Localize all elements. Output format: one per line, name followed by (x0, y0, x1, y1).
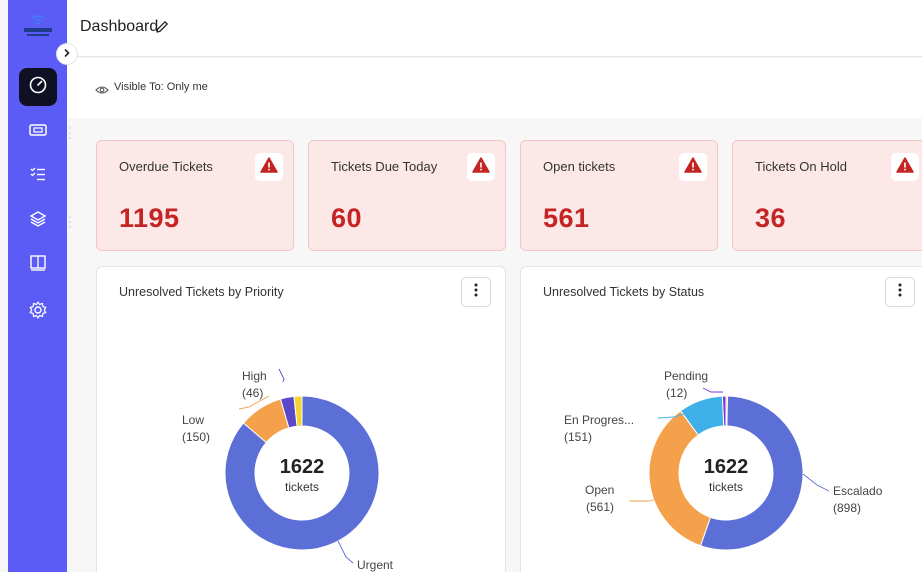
sidebar (8, 0, 72, 572)
pencil-icon[interactable] (154, 19, 170, 40)
donut-segment-other[interactable] (725, 395, 729, 427)
visibility-label[interactable]: Visible To: Only me (114, 81, 208, 93)
chart-card-status: Unresolved Tickets by Status Pending (12… (520, 266, 922, 572)
stat-value: 60 (331, 203, 363, 233)
chart-card-priority: Unresolved Tickets by Priority High (46)… (96, 266, 506, 572)
eye-icon (95, 82, 109, 100)
stat-card-due-today[interactable]: Tickets Due Today 60 (308, 140, 506, 251)
sidebar-item-dashboard[interactable] (19, 68, 57, 106)
sidebar-item-knowledge-base[interactable] (19, 246, 57, 284)
checklist-icon (28, 165, 48, 188)
center-unit: tickets (285, 480, 319, 494)
layers-icon (28, 209, 48, 234)
segment-value-escalated: (898) (833, 501, 861, 515)
page-title: Dashboard (80, 18, 159, 35)
sidebar-item-tickets[interactable] (19, 113, 57, 151)
visibility-bar: Visible To: Only me (67, 58, 922, 118)
stat-card-on-hold[interactable]: Tickets On Hold 36 (732, 140, 922, 251)
warning-icon (260, 156, 278, 178)
warning-badge (891, 153, 919, 181)
stat-label: Overdue Tickets (119, 159, 213, 174)
stat-value: 561 (543, 203, 590, 233)
stat-label: Tickets Due Today (331, 159, 438, 174)
stat-value: 1195 (119, 203, 180, 233)
ticket-menu-dots-icon[interactable] (68, 126, 72, 140)
warning-icon (896, 156, 914, 178)
segment-value-in-progress: (151) (564, 430, 592, 444)
segment-label-in-progress: En Progres... (564, 413, 634, 427)
segment-label-urgent: Urgent (357, 558, 394, 572)
gear-icon (28, 300, 48, 325)
priority-donut-chart: High (46) Low (150) Urgent 1622 tickets (182, 368, 394, 572)
warning-badge (679, 153, 707, 181)
segment-label-open: Open (585, 483, 614, 497)
stat-value: 36 (755, 203, 787, 233)
page-header: Dashboard (67, 0, 922, 57)
stat-card-overdue[interactable]: Overdue Tickets 1195 (96, 140, 294, 251)
sidebar-item-tasks[interactable] (19, 157, 57, 195)
sidebar-item-layers[interactable] (19, 202, 57, 240)
segment-value-high: (46) (242, 386, 263, 400)
ticket-icon (28, 121, 48, 144)
warning-icon (684, 156, 702, 178)
warning-icon (472, 156, 490, 178)
segment-label-low: Low (182, 413, 204, 427)
layers-menu-dots-icon[interactable] (68, 215, 72, 229)
segment-label-high: High (242, 369, 267, 383)
sidebar-expand-button[interactable] (57, 44, 77, 64)
sidebar-item-settings[interactable] (19, 293, 57, 331)
stat-label: Tickets On Hold (755, 159, 847, 174)
center-total: 1622 (704, 456, 749, 478)
segment-label-pending: Pending (664, 369, 708, 383)
center-unit: tickets (709, 480, 743, 494)
center-total: 1622 (280, 456, 325, 478)
app-root: Dashboard Visible To: Only me Overdue Ti… (0, 0, 922, 572)
segment-value-low: (150) (182, 430, 210, 444)
stat-card-open[interactable]: Open tickets 561 (520, 140, 718, 251)
chevron-right-icon (62, 45, 72, 63)
warning-badge (467, 153, 495, 181)
speedometer-icon (28, 75, 48, 100)
segment-value-pending: (12) (666, 386, 687, 400)
warning-badge (255, 153, 283, 181)
stat-label: Open tickets (543, 159, 616, 174)
status-donut-chart: Pending (12) En Progres... (151) Open (5… (564, 369, 883, 551)
segment-value-open: (561) (586, 500, 614, 514)
book-icon (28, 253, 48, 278)
segment-label-escalated: Escalado (833, 484, 883, 498)
company-logo[interactable] (22, 10, 54, 42)
